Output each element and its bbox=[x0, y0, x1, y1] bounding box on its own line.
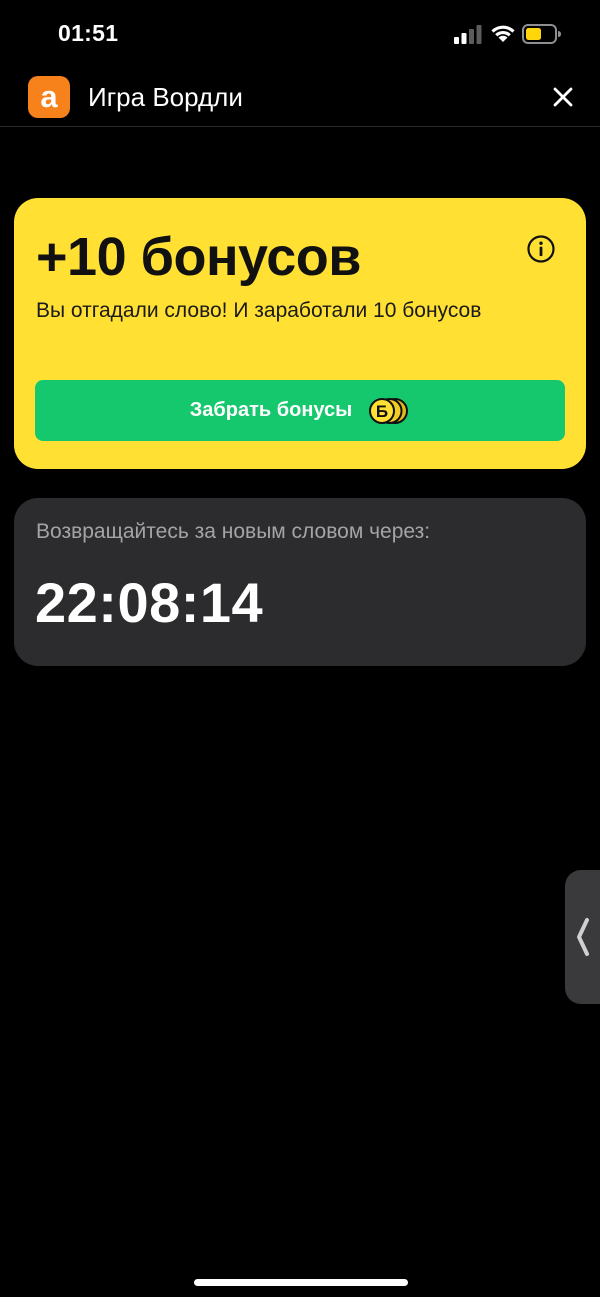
logo-letter-icon: a bbox=[40, 79, 58, 114]
status-bar: 01:51 bbox=[0, 0, 600, 70]
timer-card: Возвращайтесь за новым словом через: 22:… bbox=[14, 498, 586, 666]
battery-icon bbox=[522, 24, 561, 44]
bonus-description: Вы отгадали слово! И заработали 10 бонус… bbox=[36, 299, 482, 322]
status-time: 01:51 bbox=[58, 20, 119, 46]
bonus-coin-icon: Б bbox=[369, 397, 409, 424]
svg-text:a: a bbox=[40, 79, 58, 114]
app-logo: a bbox=[28, 76, 70, 118]
app-header: a Игра Вордли bbox=[0, 70, 600, 127]
wifi-icon bbox=[491, 25, 515, 42]
home-indicator[interactable] bbox=[194, 1279, 408, 1286]
signal-icon bbox=[454, 25, 482, 44]
countdown-timer: 22:08:14 bbox=[35, 571, 264, 634]
close-icon[interactable] bbox=[548, 82, 578, 112]
svg-text:Б: Б bbox=[376, 402, 388, 421]
bonus-title: +10 бонусов bbox=[36, 227, 361, 287]
claim-bonuses-label: Забрать бонусы bbox=[189, 399, 353, 421]
info-icon[interactable] bbox=[526, 234, 556, 264]
chevron-left-icon bbox=[577, 918, 589, 956]
page-title: Игра Вордли bbox=[88, 82, 243, 112]
timer-caption: Возвращайтесь за новым словом через: bbox=[36, 520, 431, 543]
bonus-card: +10 бонусов Вы отгадали слово! И заработ… bbox=[14, 198, 586, 469]
claim-bonuses-button[interactable]: Забрать бонусы Б bbox=[35, 380, 565, 441]
side-panel-handle[interactable] bbox=[565, 870, 600, 1004]
